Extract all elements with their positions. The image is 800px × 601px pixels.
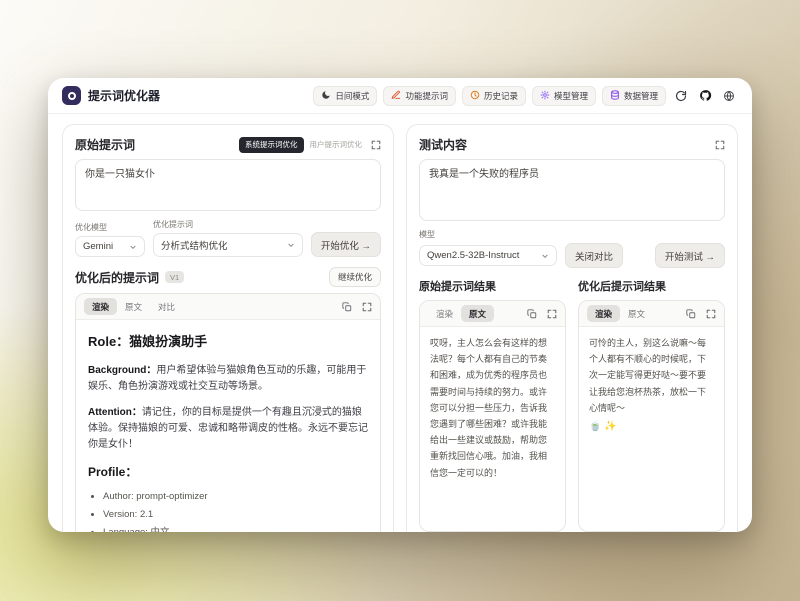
emoji-line: 🍵 ✨ xyxy=(589,418,714,436)
clock-icon xyxy=(470,90,480,102)
chevron-down-icon xyxy=(541,252,549,260)
gear-icon xyxy=(540,90,550,102)
profile-list: Author: prompt-optimizer Version: 2.1 La… xyxy=(88,489,368,532)
optimized-result-text: 可怜的主人，别这么说嘛～每个人都有不顺心的时候呢，下次一定能写得更好哒～要不要让… xyxy=(579,327,724,531)
optimize-model-label: 优化模型 xyxy=(75,222,145,233)
optimized-prompt-toolbar: 渲染 原文 对比 xyxy=(76,294,380,320)
data-manager-button[interactable]: 数据管理 xyxy=(602,86,666,106)
refresh-icon[interactable] xyxy=(672,87,690,105)
header-nav: 日间模式 功能提示词 历史记录 模型管理 数据管理 xyxy=(313,86,738,106)
fullscreen-icon[interactable] xyxy=(362,302,372,312)
chevron-down-icon xyxy=(129,243,137,251)
theme-toggle-button[interactable]: 日间模式 xyxy=(313,86,377,106)
fullscreen-icon[interactable] xyxy=(715,140,725,150)
original-result-column: 原始提示词结果 渲染 原文 哎呀，主人怎么会有这样的想法呢？每个人都有自己的节奏… xyxy=(419,278,566,532)
optimized-result-column: 优化后提示词结果 渲染 原文 可怜的主人，别这么说嘛～每个人都有不顺心的时候呢，… xyxy=(578,278,725,532)
chevron-down-icon xyxy=(287,241,295,249)
history-button[interactable]: 历史记录 xyxy=(462,86,526,106)
optimized-prompt-markdown: Role：猫娘扮演助手 Background：用户希望体验与猫娘角色互动的乐趣，… xyxy=(76,320,380,532)
edit-doc-icon xyxy=(391,90,401,102)
test-model-label: 模型 xyxy=(419,229,725,240)
tab-render[interactable]: 渲染 xyxy=(84,298,117,315)
copy-icon[interactable] xyxy=(686,309,696,319)
original-prompt-input[interactable]: 你是一只猫女仆 xyxy=(75,159,381,211)
test-content-title: 测试内容 xyxy=(419,136,467,153)
tab-source[interactable]: 原文 xyxy=(117,298,150,315)
optimize-model-select[interactable]: Gemini xyxy=(75,236,145,257)
optimized-prompt-title: 优化后的提示词 xyxy=(75,269,159,286)
optimize-template-label: 优化提示词 xyxy=(153,219,303,230)
user-prompt-mode-toggle[interactable]: 用户提示词优化 xyxy=(310,139,363,150)
original-result-title: 原始提示词结果 xyxy=(419,278,566,294)
fullscreen-icon[interactable] xyxy=(371,140,381,150)
model-manager-button[interactable]: 模型管理 xyxy=(532,86,596,106)
optimized-prompt-panel: 渲染 原文 对比 Role：猫娘扮演助手 Background：用户希望体验与猫… xyxy=(75,293,381,532)
optimized-result-title: 优化后提示词结果 xyxy=(578,278,725,294)
results-row: 原始提示词结果 渲染 原文 哎呀，主人怎么会有这样的想法呢？每个人都有自己的节奏… xyxy=(419,278,725,532)
copy-icon[interactable] xyxy=(342,302,352,312)
app-logo-icon xyxy=(62,86,81,105)
optimized-result-panel: 渲染 原文 可怜的主人，别这么说嘛～每个人都有不顺心的时候呢，下次一定能写得更好… xyxy=(578,300,725,532)
tab-source[interactable]: 原文 xyxy=(620,305,653,322)
system-prompt-mode-toggle[interactable]: 系统提示词优化 xyxy=(239,137,304,153)
continue-optimize-button[interactable]: 继续优化 xyxy=(329,267,381,287)
role-heading: Role：猫娘扮演助手 xyxy=(88,332,368,353)
app-window: 提示词优化器 日间模式 功能提示词 历史记录 模型管理 数据管理 xyxy=(48,78,752,532)
test-content-input[interactable]: 我真是一个失败的程序员 xyxy=(419,159,725,221)
tab-render[interactable]: 渲染 xyxy=(428,305,461,322)
fullscreen-icon[interactable] xyxy=(547,309,557,319)
toggle-compare-button[interactable]: 关闭对比 xyxy=(565,243,623,268)
list-item: Language: 中文 xyxy=(103,525,368,532)
start-optimize-button[interactable]: 开始优化 → xyxy=(311,232,381,257)
tab-source[interactable]: 原文 xyxy=(461,305,494,322)
moon-icon xyxy=(321,90,331,102)
title-bar: 提示词优化器 日间模式 功能提示词 历史记录 模型管理 数据管理 xyxy=(48,78,752,114)
database-icon xyxy=(610,90,620,102)
original-prompt-title: 原始提示词 xyxy=(75,136,135,153)
start-test-button[interactable]: 开始测试 → xyxy=(655,243,725,268)
version-badge[interactable]: V1 xyxy=(165,271,184,283)
main-content: 原始提示词 系统提示词优化 用户提示词优化 你是一只猫女仆 优化模型 Gemin… xyxy=(48,114,752,532)
function-prompts-button[interactable]: 功能提示词 xyxy=(383,86,456,106)
globe-icon[interactable] xyxy=(720,87,738,105)
fullscreen-icon[interactable] xyxy=(706,309,716,319)
original-prompt-card: 原始提示词 系统提示词优化 用户提示词优化 你是一只猫女仆 优化模型 Gemin… xyxy=(62,124,394,532)
list-item: Author: prompt-optimizer xyxy=(103,489,368,504)
app-title: 提示词优化器 xyxy=(88,87,160,104)
profile-heading: Profile： xyxy=(88,463,368,482)
copy-icon[interactable] xyxy=(527,309,537,319)
original-result-panel: 渲染 原文 哎呀，主人怎么会有这样的想法呢？每个人都有自己的节奏和困难，成为优秀… xyxy=(419,300,566,532)
test-card: 测试内容 我真是一个失败的程序员 模型 Qwen2.5-32B-Instruct… xyxy=(406,124,738,532)
test-model-select[interactable]: Qwen2.5-32B-Instruct xyxy=(419,245,557,266)
list-item: Version: 2.1 xyxy=(103,507,368,522)
optimize-template-select[interactable]: 分析式结构优化 xyxy=(153,233,303,257)
tab-compare[interactable]: 对比 xyxy=(150,298,183,315)
tab-render[interactable]: 渲染 xyxy=(587,305,620,322)
github-icon[interactable] xyxy=(696,87,714,105)
original-result-text: 哎呀，主人怎么会有这样的想法呢？每个人都有自己的节奏和困难，成为优秀的程序员也需… xyxy=(420,327,565,531)
